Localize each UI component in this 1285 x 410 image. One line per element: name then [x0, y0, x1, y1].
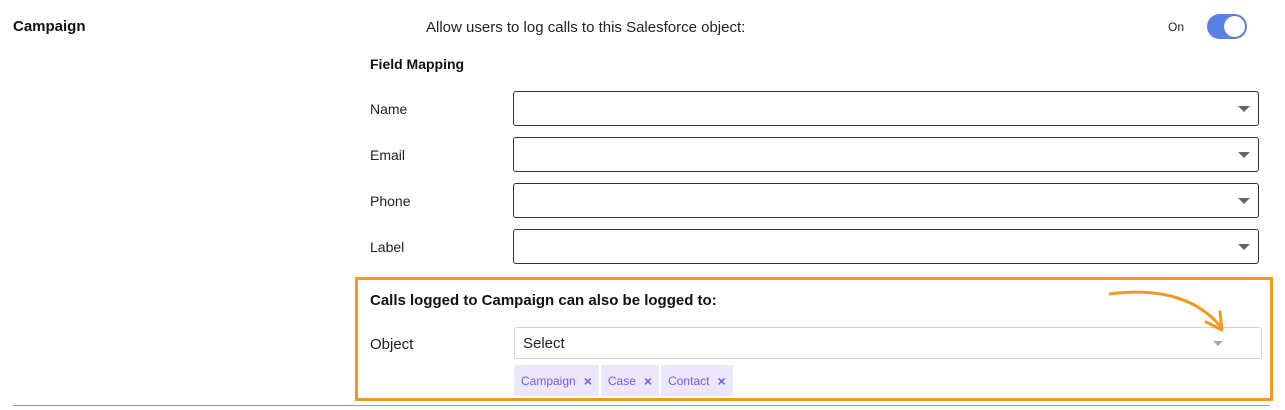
toggle-state-label: On [1168, 20, 1185, 34]
tag-campaign: Campaign × [514, 365, 599, 396]
label-select[interactable] [513, 229, 1259, 264]
phone-select[interactable] [513, 183, 1259, 218]
field-label-phone: Phone [370, 193, 411, 209]
caret-down-icon [1238, 198, 1250, 204]
field-label-email: Email [370, 147, 406, 163]
field-label-name: Name [370, 101, 408, 117]
email-select[interactable] [513, 137, 1259, 172]
caret-down-icon [1213, 341, 1223, 346]
tag-case: Case × [600, 365, 660, 396]
close-icon[interactable]: × [584, 374, 592, 388]
tag-contact: Contact × [661, 365, 733, 396]
name-select[interactable] [513, 91, 1259, 126]
close-icon[interactable]: × [717, 374, 725, 388]
caret-down-icon [1238, 244, 1250, 250]
field-label-label: Label [370, 239, 405, 255]
caret-down-icon [1238, 106, 1250, 112]
close-icon[interactable]: × [644, 374, 652, 388]
object-label: Object [370, 336, 414, 353]
tag-label: Case [607, 373, 636, 388]
tag-label: Campaign [521, 373, 576, 388]
field-mapping-title: Field Mapping [370, 56, 465, 72]
allow-logging-toggle[interactable] [1207, 14, 1247, 39]
tag-label: Contact [668, 373, 710, 388]
divider [13, 405, 1270, 406]
caret-down-icon [1238, 152, 1250, 158]
also-logged-title: Calls logged to Campaign can also be log… [370, 292, 717, 309]
toggle-knob [1224, 16, 1245, 37]
selected-tags: Campaign × Case × Contact × [514, 365, 733, 396]
curved-arrow-icon [1108, 290, 1224, 332]
object-select-value: Select [523, 335, 565, 352]
allow-logging-label: Allow users to log calls to this Salesfo… [426, 19, 746, 36]
section-title: Campaign [13, 18, 86, 35]
